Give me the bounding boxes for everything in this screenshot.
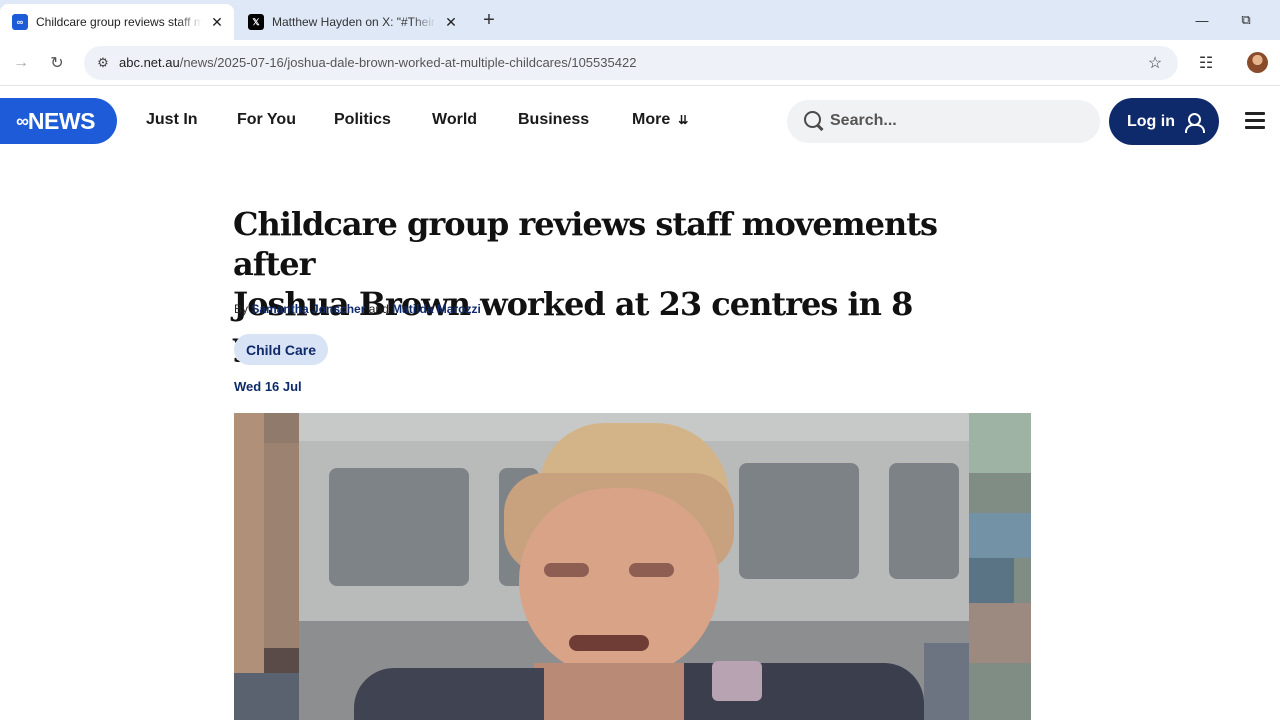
nav-politics[interactable]: Politics — [334, 111, 391, 129]
publish-date: Wed 16 Jul — [234, 379, 302, 394]
byline-and: and — [368, 302, 389, 316]
bookmark-star-icon[interactable]: ☆ — [1144, 52, 1166, 74]
minimize-icon[interactable]: — — [1190, 8, 1214, 32]
x-icon: 𝕏 — [248, 14, 264, 30]
search-placeholder: Search... — [830, 112, 897, 129]
hamburger-menu-icon[interactable] — [1245, 112, 1265, 130]
address-bar[interactable]: ⚙ abc.net.au/news/2025-07-16/joshua-dale… — [84, 46, 1178, 80]
tab-title: Matthew Hayden on X: "#Their — [272, 15, 436, 29]
chevron-down-icon: ⇊ — [678, 113, 689, 127]
reload-icon[interactable]: ↻ — [46, 52, 68, 74]
author-link-1[interactable]: Samantha Jonscher — [251, 302, 365, 316]
byline-prefix: By — [234, 302, 249, 316]
abc-logo-mark-icon: ∞ — [16, 110, 29, 131]
headline-line-1: Childcare group reviews staff movements … — [233, 205, 938, 283]
nav-business[interactable]: Business — [518, 111, 589, 129]
profile-avatar[interactable] — [1247, 52, 1268, 73]
headline-line-2: Joshua Brown worked at 23 centres in 8 y… — [233, 285, 913, 363]
nav-world[interactable]: World — [432, 111, 477, 129]
search-icon — [803, 110, 825, 132]
browser-tab-bar: ∞ Childcare group reviews staff movement… — [0, 0, 1280, 40]
nav-more-label: More — [632, 111, 671, 128]
article-headline: Childcare group reviews staff movements … — [233, 204, 993, 364]
site-info-icon[interactable]: ⚙ — [92, 52, 114, 74]
site-header: ∞ NEWS Just In For You Politics World Bu… — [0, 86, 1280, 156]
search-input[interactable]: Search... — [787, 100, 1100, 143]
browser-toolbar: → ↻ ⚙ abc.net.au/news/2025-07-16/joshua-… — [0, 40, 1280, 86]
abc-news-logo[interactable]: ∞ NEWS — [0, 98, 117, 144]
tab-title: Childcare group reviews staff movements … — [36, 15, 202, 29]
byline: By Samantha Jonscher and Matilda Marozzi — [234, 302, 481, 316]
login-button[interactable]: Log in — [1109, 98, 1219, 145]
back-arrow-icon[interactable]: → — [10, 52, 32, 74]
nav-just-in[interactable]: Just In — [146, 111, 198, 129]
author-link-2[interactable]: Matilda Marozzi — [392, 302, 481, 316]
article-hero-image — [234, 413, 1031, 720]
tab-childcare-article[interactable]: ∞ Childcare group reviews staff movement… — [0, 4, 234, 40]
login-label: Log in — [1127, 112, 1175, 130]
new-tab-button[interactable]: + — [478, 9, 500, 31]
nav-for-you[interactable]: For You — [237, 111, 296, 129]
close-icon[interactable]: ✕ — [442, 13, 460, 31]
user-icon — [1184, 112, 1205, 133]
tab-matthew-hayden[interactable]: 𝕏 Matthew Hayden on X: "#Their ✕ — [236, 4, 468, 40]
close-icon[interactable]: ✕ — [208, 13, 226, 31]
abc-icon: ∞ — [12, 14, 28, 30]
url-text[interactable]: abc.net.au/news/2025-07-16/joshua-dale-b… — [119, 55, 636, 70]
extensions-icon[interactable]: ☷ — [1195, 52, 1217, 74]
logo-text: NEWS — [27, 107, 96, 134]
restore-icon[interactable]: ⧉ — [1234, 8, 1258, 32]
topic-tag-child-care[interactable]: Child Care — [234, 334, 329, 365]
nav-more[interactable]: More ⇊ — [632, 111, 688, 129]
